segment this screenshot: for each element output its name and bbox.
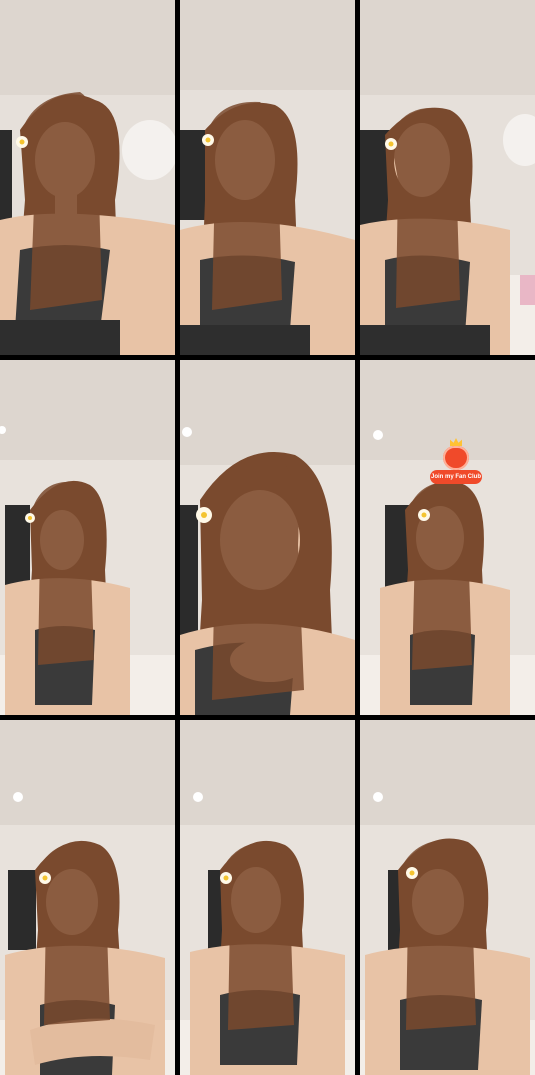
video-tile-8[interactable] [180,720,355,1075]
fan-club-badge[interactable]: Join my Fan Club [430,438,482,496]
video-tile-2[interactable] [180,0,355,355]
tile-scene [360,360,535,715]
tile-scene [0,360,175,715]
video-tile-5[interactable] [180,360,355,715]
video-grid: Join my Fan Club [0,0,535,1075]
video-tile-4[interactable] [0,360,175,715]
heart-icon [443,446,469,470]
fan-club-label: Join my Fan Club [430,470,482,484]
video-tile-1[interactable] [0,0,175,355]
tile-scene [360,720,535,1075]
tile-scene [180,360,355,715]
tile-scene [180,0,355,355]
video-tile-7[interactable] [0,720,175,1075]
video-tile-3[interactable] [360,0,535,355]
tile-scene [0,720,175,1075]
tile-scene [180,720,355,1075]
tile-scene [0,0,175,355]
video-tile-6[interactable]: Join my Fan Club [360,360,535,715]
tile-scene [360,0,535,355]
video-tile-9[interactable] [360,720,535,1075]
